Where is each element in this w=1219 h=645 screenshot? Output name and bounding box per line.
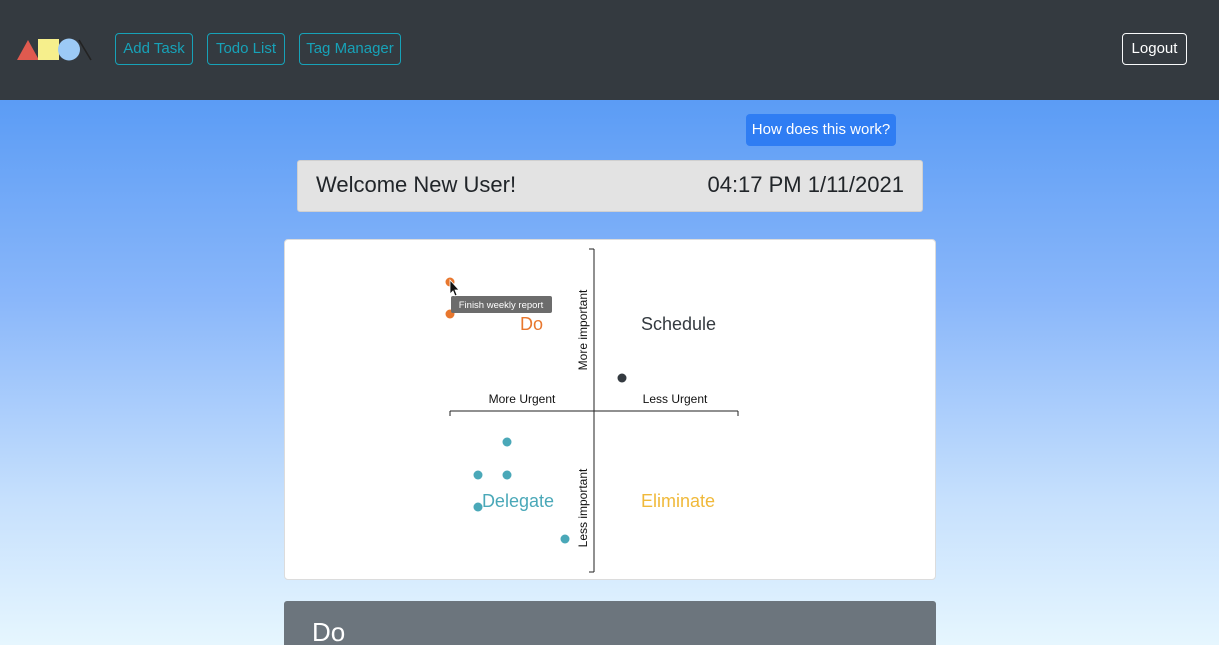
tag-manager-button[interactable]: Tag Manager xyxy=(299,33,401,65)
do-section-header: Do xyxy=(284,601,936,645)
tooltip-text: Finish weekly report xyxy=(459,300,544,311)
x-axis-left-label: More Urgent xyxy=(489,392,556,406)
todo-list-button[interactable]: Todo List xyxy=(207,33,285,65)
welcome-greeting: Welcome New User! xyxy=(316,172,517,197)
current-datetime: 04:17 PM 1/11/2021 xyxy=(707,172,904,197)
how-does-this-work-button[interactable]: How does this work? xyxy=(746,114,896,146)
quadrant-do-label: Do xyxy=(520,314,543,334)
logout-button[interactable]: Logout xyxy=(1122,33,1187,65)
mouse-cursor-icon xyxy=(449,278,460,297)
welcome-card: Welcome New User! 04:17 PM 1/11/2021 xyxy=(297,160,923,212)
task-point[interactable] xyxy=(473,470,483,480)
task-tooltip: Finish weekly report xyxy=(451,296,552,313)
task-point[interactable] xyxy=(502,437,512,447)
quadrant-eliminate-label: Eliminate xyxy=(641,491,715,511)
task-point[interactable] xyxy=(560,534,570,544)
eisenhower-matrix: More important Less important More Urgen… xyxy=(445,248,739,573)
quadrant-delegate-label: Delegate xyxy=(482,491,554,511)
navbar: Add Task Todo List Tag Manager Logout xyxy=(0,0,1219,100)
add-task-button[interactable]: Add Task xyxy=(115,33,193,65)
do-section-title: Do xyxy=(312,617,346,645)
task-point[interactable] xyxy=(502,470,512,480)
y-axis-bottom-label: Less important xyxy=(576,468,590,547)
x-axis-right-label: Less Urgent xyxy=(643,392,708,406)
eisenhower-matrix-card: More important Less important More Urgen… xyxy=(284,239,936,580)
quadrant-schedule-label: Schedule xyxy=(641,314,716,334)
y-axis-top-label: More important xyxy=(576,289,590,370)
task-point[interactable] xyxy=(473,502,483,512)
shapes-logo-icon[interactable] xyxy=(17,37,93,62)
task-point[interactable] xyxy=(617,373,627,383)
